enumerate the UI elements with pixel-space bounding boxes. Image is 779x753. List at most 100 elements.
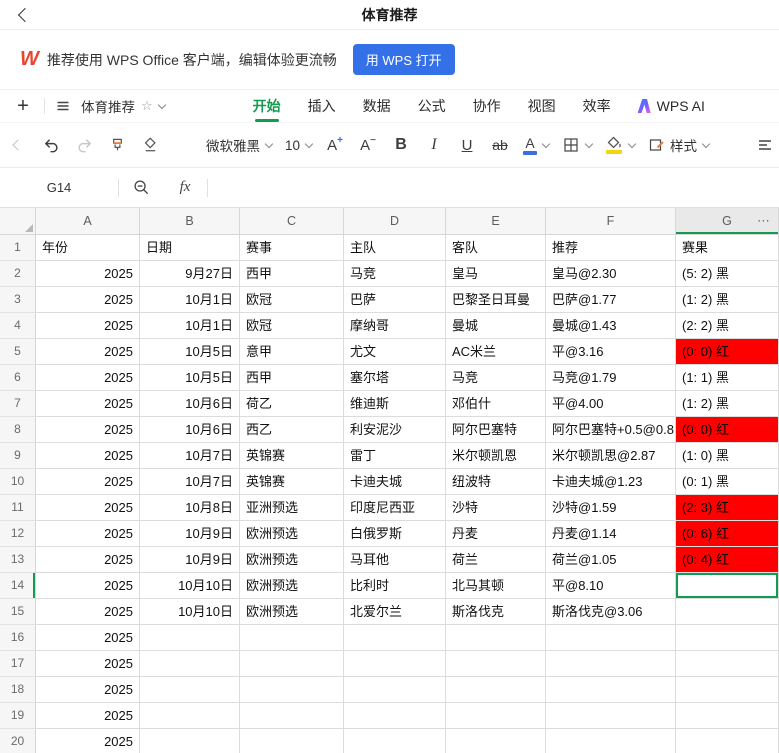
- cell-G9[interactable]: (1: 0) 黑: [676, 443, 779, 469]
- cell-B18[interactable]: [140, 677, 240, 703]
- cell-G8[interactable]: (0: 0) 红: [676, 417, 779, 443]
- cell-A15[interactable]: 2025: [36, 599, 140, 625]
- cell-E6[interactable]: 马竞: [446, 365, 546, 391]
- cell-B13[interactable]: 10月9日: [140, 547, 240, 573]
- cell-B3[interactable]: 10月1日: [140, 287, 240, 313]
- cell-F17[interactable]: [546, 651, 676, 677]
- cell-D5[interactable]: 尤文: [344, 339, 446, 365]
- cell-D10[interactable]: 卡迪夫城: [344, 469, 446, 495]
- cell-B16[interactable]: [140, 625, 240, 651]
- cell-E14[interactable]: 北马其顿: [446, 573, 546, 599]
- zoom-out-icon[interactable]: [119, 178, 163, 197]
- column-header-C[interactable]: C: [240, 208, 344, 235]
- cell-A14[interactable]: 2025: [36, 573, 140, 599]
- cell-G12[interactable]: (0: 6) 红: [676, 521, 779, 547]
- row-header-19[interactable]: 19: [0, 703, 36, 729]
- cell-C10[interactable]: 英锦赛: [240, 469, 344, 495]
- cell-E11[interactable]: 沙特: [446, 495, 546, 521]
- cell-F3[interactable]: 巴萨@1.77: [546, 287, 676, 313]
- cell-E8[interactable]: 阿尔巴塞特: [446, 417, 546, 443]
- cell-E2[interactable]: 皇马: [446, 261, 546, 287]
- cell-A13[interactable]: 2025: [36, 547, 140, 573]
- cell-G2[interactable]: (5: 2) 黑: [676, 261, 779, 287]
- cell-E20[interactable]: [446, 729, 546, 753]
- cell-A5[interactable]: 2025: [36, 339, 140, 365]
- cell-F13[interactable]: 荷兰@1.05: [546, 547, 676, 573]
- cell-E5[interactable]: AC米兰: [446, 339, 546, 365]
- cell-G13[interactable]: (0: 4) 红: [676, 547, 779, 573]
- cell-E10[interactable]: 纽波特: [446, 469, 546, 495]
- row-header-13[interactable]: 13: [0, 547, 36, 573]
- cell-D12[interactable]: 白俄罗斯: [344, 521, 446, 547]
- cell-B10[interactable]: 10月7日: [140, 469, 240, 495]
- cell-G15[interactable]: [676, 599, 779, 625]
- cell-F15[interactable]: 斯洛伐克@3.06: [546, 599, 676, 625]
- cell-C5[interactable]: 意甲: [240, 339, 344, 365]
- tab-0[interactable]: 开始: [253, 90, 281, 122]
- cell-F4[interactable]: 曼城@1.43: [546, 313, 676, 339]
- cell-F9[interactable]: 米尔顿凯思@2.87: [546, 443, 676, 469]
- cell-D19[interactable]: [344, 703, 446, 729]
- decrease-font-button[interactable]: A−: [358, 130, 378, 160]
- cell-D18[interactable]: [344, 677, 446, 703]
- chevron-down-icon[interactable]: [157, 101, 165, 109]
- cell-D6[interactable]: 塞尔塔: [344, 365, 446, 391]
- borders-button[interactable]: [562, 130, 592, 160]
- cell-D8[interactable]: 利安泥沙: [344, 417, 446, 443]
- cell-C12[interactable]: 欧洲预选: [240, 521, 344, 547]
- increase-font-button[interactable]: A+: [325, 130, 345, 160]
- cell-B4[interactable]: 10月1日: [140, 313, 240, 339]
- italic-button[interactable]: I: [424, 130, 444, 160]
- cell-E3[interactable]: 巴黎圣日耳曼: [446, 287, 546, 313]
- new-sheet-button[interactable]: +: [12, 95, 34, 118]
- cell-C2[interactable]: 西甲: [240, 261, 344, 287]
- cell-D14[interactable]: 比利时: [344, 573, 446, 599]
- tab-5[interactable]: 视图: [528, 90, 556, 122]
- cell-D4[interactable]: 摩纳哥: [344, 313, 446, 339]
- column-header-B[interactable]: B: [140, 208, 240, 235]
- underline-button[interactable]: U: [457, 130, 477, 160]
- cell-C19[interactable]: [240, 703, 344, 729]
- star-favorite-icon[interactable]: ☆: [141, 98, 153, 114]
- cell-G11[interactable]: (2: 3) 红: [676, 495, 779, 521]
- cell-D20[interactable]: [344, 729, 446, 753]
- cell-G10[interactable]: (0: 1) 黑: [676, 469, 779, 495]
- cell-F20[interactable]: [546, 729, 676, 753]
- cell-E7[interactable]: 邓伯什: [446, 391, 546, 417]
- eraser-button[interactable]: [140, 130, 160, 160]
- cell-D15[interactable]: 北爱尔兰: [344, 599, 446, 625]
- column-header-E[interactable]: E: [446, 208, 546, 235]
- tab-2[interactable]: 数据: [363, 90, 391, 122]
- cell-D11[interactable]: 印度尼西亚: [344, 495, 446, 521]
- row-header-8[interactable]: 8: [0, 417, 36, 443]
- row-header-4[interactable]: 4: [0, 313, 36, 339]
- cell-C20[interactable]: [240, 729, 344, 753]
- cell-B7[interactable]: 10月6日: [140, 391, 240, 417]
- cell-F14[interactable]: 平@8.10: [546, 573, 676, 599]
- row-header-18[interactable]: 18: [0, 677, 36, 703]
- column-header-A[interactable]: A: [36, 208, 140, 235]
- row-header-5[interactable]: 5: [0, 339, 36, 365]
- cell-A20[interactable]: 2025: [36, 729, 140, 753]
- cell-B2[interactable]: 9月27日: [140, 261, 240, 287]
- cell-F1[interactable]: 推荐: [546, 235, 676, 261]
- cell-C17[interactable]: [240, 651, 344, 677]
- row-header-15[interactable]: 15: [0, 599, 36, 625]
- cell-A6[interactable]: 2025: [36, 365, 140, 391]
- cell-B11[interactable]: 10月8日: [140, 495, 240, 521]
- bold-button[interactable]: B: [391, 130, 411, 160]
- cell-C7[interactable]: 荷乙: [240, 391, 344, 417]
- cell-C3[interactable]: 欧冠: [240, 287, 344, 313]
- formula-input[interactable]: [208, 168, 779, 207]
- cell-C9[interactable]: 英锦赛: [240, 443, 344, 469]
- row-header-17[interactable]: 17: [0, 651, 36, 677]
- cell-F12[interactable]: 丹麦@1.14: [546, 521, 676, 547]
- cell-D16[interactable]: [344, 625, 446, 651]
- cell-F19[interactable]: [546, 703, 676, 729]
- cell-C1[interactable]: 赛事: [240, 235, 344, 261]
- row-header-20[interactable]: 20: [0, 729, 36, 753]
- cell-C11[interactable]: 亚洲预选: [240, 495, 344, 521]
- cell-A16[interactable]: 2025: [36, 625, 140, 651]
- cell-G18[interactable]: [676, 677, 779, 703]
- cell-reference-box[interactable]: G14: [0, 180, 118, 195]
